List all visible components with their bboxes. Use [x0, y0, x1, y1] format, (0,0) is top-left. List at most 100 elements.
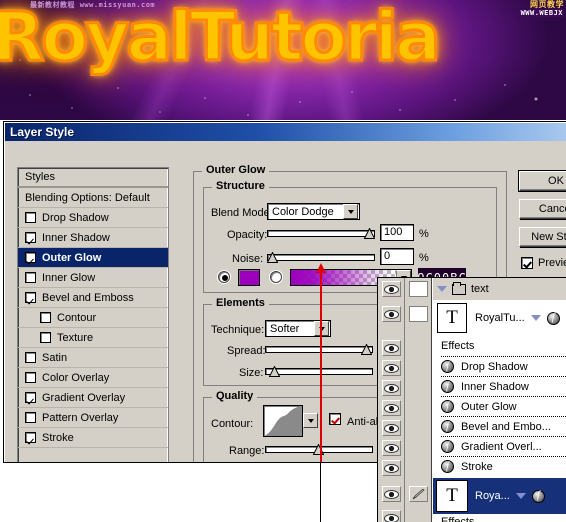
range-slider-thumb[interactable]: [313, 444, 324, 455]
noise-unit: %: [419, 252, 429, 264]
sidebar-item-inner-glow[interactable]: Inner Glow: [18, 268, 168, 288]
sidebar-item-stroke[interactable]: Stroke: [18, 428, 168, 448]
noise-input[interactable]: 0: [380, 248, 414, 265]
spread-slider-thumb[interactable]: [361, 344, 372, 355]
layer-row[interactable]: T RoyalTu... f: [433, 300, 566, 336]
effect-row-outer-glow[interactable]: f Outer Glow: [441, 396, 566, 416]
dialog-titlebar[interactable]: Layer Style: [5, 123, 566, 141]
checkbox-texture[interactable]: [40, 332, 51, 343]
styles-list[interactable]: Styles Blending Options: Default Drop Sh…: [17, 167, 169, 462]
opacity-slider-thumb[interactable]: [364, 228, 375, 239]
layer-group-row[interactable]: text: [433, 278, 566, 300]
chevron-down-icon[interactable]: [437, 286, 447, 292]
opacity-slider[interactable]: [267, 228, 375, 239]
quality-group-title: Quality: [212, 390, 258, 402]
fx-icon[interactable]: f: [546, 311, 560, 325]
opacity-input[interactable]: 100: [380, 224, 414, 241]
noise-slider[interactable]: [267, 252, 375, 263]
sidebar-item-outer-glow[interactable]: Outer Glow: [18, 248, 168, 268]
range-slider[interactable]: [265, 444, 373, 455]
chevron-down-icon[interactable]: [343, 204, 358, 219]
glow-gradient-radio[interactable]: [270, 271, 282, 283]
layer-thumbnail[interactable]: T: [437, 303, 467, 333]
eye-icon[interactable]: [382, 510, 401, 522]
eye-icon[interactable]: [382, 460, 401, 476]
sidebar-item-drop-shadow[interactable]: Drop Shadow: [18, 208, 168, 228]
checkbox-contour[interactable]: [40, 312, 51, 323]
glow-color-radio[interactable]: [218, 271, 230, 283]
layer-thumbnail[interactable]: T: [436, 480, 468, 512]
size-slider[interactable]: [265, 366, 373, 377]
glow-color-swatch[interactable]: [238, 269, 260, 286]
checkbox-inner-glow[interactable]: [25, 272, 36, 283]
fx-icon[interactable]: f: [531, 489, 545, 503]
label-satin: Satin: [42, 351, 68, 364]
styles-list-header[interactable]: Styles: [18, 168, 168, 188]
effect-row-gradient-overlay[interactable]: f Gradient Overl...: [441, 436, 566, 456]
effect-row-stroke[interactable]: f Stroke: [441, 456, 566, 476]
eye-icon[interactable]: [382, 340, 401, 356]
cancel-button[interactable]: Cancel: [519, 199, 566, 219]
technique-chevron-down-icon[interactable]: [314, 321, 329, 336]
effect-name: Inner Shadow: [461, 380, 529, 393]
sidebar-item-gradient-overlay[interactable]: Gradient Overlay: [18, 388, 168, 408]
sidebar-item-satin[interactable]: Satin: [18, 348, 168, 368]
sidebar-item-inner-shadow[interactable]: Inner Shadow: [18, 228, 168, 248]
eye-icon[interactable]: [382, 400, 401, 416]
screen-root: RoyalTutoria 最新教材教程 www.missyuan.com 网页教…: [0, 0, 566, 522]
ok-button[interactable]: OK: [519, 171, 566, 191]
checkbox-color-overlay[interactable]: [25, 372, 36, 383]
effect-row-bevel-and-emboss[interactable]: f Bevel and Embo...: [441, 416, 566, 436]
checkbox-outer-glow[interactable]: [25, 252, 36, 263]
effect-name: Drop Shadow: [461, 360, 528, 373]
eye-icon[interactable]: [382, 420, 401, 436]
preview-checkbox[interactable]: [521, 257, 533, 269]
anti-aliased-checkbox[interactable]: [329, 413, 341, 425]
sidebar-item-contour[interactable]: Contour: [18, 308, 168, 328]
chevron-down-icon[interactable]: [530, 315, 541, 321]
checkbox-gradient-overlay[interactable]: [25, 392, 36, 403]
noise-slider-thumb[interactable]: [267, 252, 278, 263]
sidebar-item-bevel-and-emboss[interactable]: Bevel and Emboss: [18, 288, 168, 308]
eye-icon[interactable]: [382, 281, 401, 297]
blend-mode-select[interactable]: Color Dodge: [267, 203, 360, 220]
eye-icon[interactable]: [382, 380, 401, 396]
fx-icon: f: [441, 360, 454, 373]
eye-icon[interactable]: [382, 306, 401, 322]
eye-icon[interactable]: [382, 440, 401, 456]
outer-glow-group-title: Outer Glow: [202, 164, 270, 176]
effect-row-inner-shadow[interactable]: f Inner Shadow: [441, 376, 566, 396]
dialog-title: Layer Style: [10, 125, 75, 139]
eye-icon[interactable]: [382, 360, 401, 376]
checkbox-bevel-and-emboss[interactable]: [25, 292, 36, 303]
elements-group-title: Elements: [212, 297, 269, 309]
new-style-button[interactable]: New Style: [519, 227, 566, 247]
effect-row-drop-shadow[interactable]: f Drop Shadow: [441, 356, 566, 376]
checkbox-inner-shadow[interactable]: [25, 232, 36, 243]
layer-link-slot[interactable]: [409, 281, 428, 297]
eye-icon[interactable]: [382, 486, 401, 502]
spread-slider[interactable]: [265, 344, 373, 355]
checkbox-stroke[interactable]: [25, 432, 36, 443]
layer-row-selected[interactable]: T Roya... f: [433, 478, 566, 514]
annotation-arrow-head: [316, 263, 326, 273]
fx-icon: f: [441, 380, 454, 393]
contour-chevron-down-icon[interactable]: [303, 413, 318, 428]
sidebar-item-color-overlay[interactable]: Color Overlay: [18, 368, 168, 388]
sidebar-item-pattern-overlay[interactable]: Pattern Overlay: [18, 408, 168, 428]
size-slider-thumb[interactable]: [269, 366, 280, 377]
effect-name: Gradient Overl...: [461, 440, 542, 453]
contour-preview[interactable]: [263, 405, 303, 437]
brush-icon[interactable]: [409, 486, 428, 502]
checkbox-satin[interactable]: [25, 352, 36, 363]
checkbox-drop-shadow[interactable]: [25, 212, 36, 223]
effect-name: Outer Glow: [461, 400, 517, 413]
chevron-down-icon[interactable]: [515, 493, 526, 499]
label-outer-glow: Outer Glow: [42, 251, 102, 264]
checkbox-pattern-overlay[interactable]: [25, 412, 36, 423]
preview-toggle[interactable]: Preview: [521, 257, 566, 269]
layer-link-slot[interactable]: [409, 306, 428, 322]
sidebar-item-texture[interactable]: Texture: [18, 328, 168, 348]
label-gradient-overlay: Gradient Overlay: [42, 391, 126, 404]
sidebar-item-blending-options[interactable]: Blending Options: Default: [18, 188, 168, 208]
